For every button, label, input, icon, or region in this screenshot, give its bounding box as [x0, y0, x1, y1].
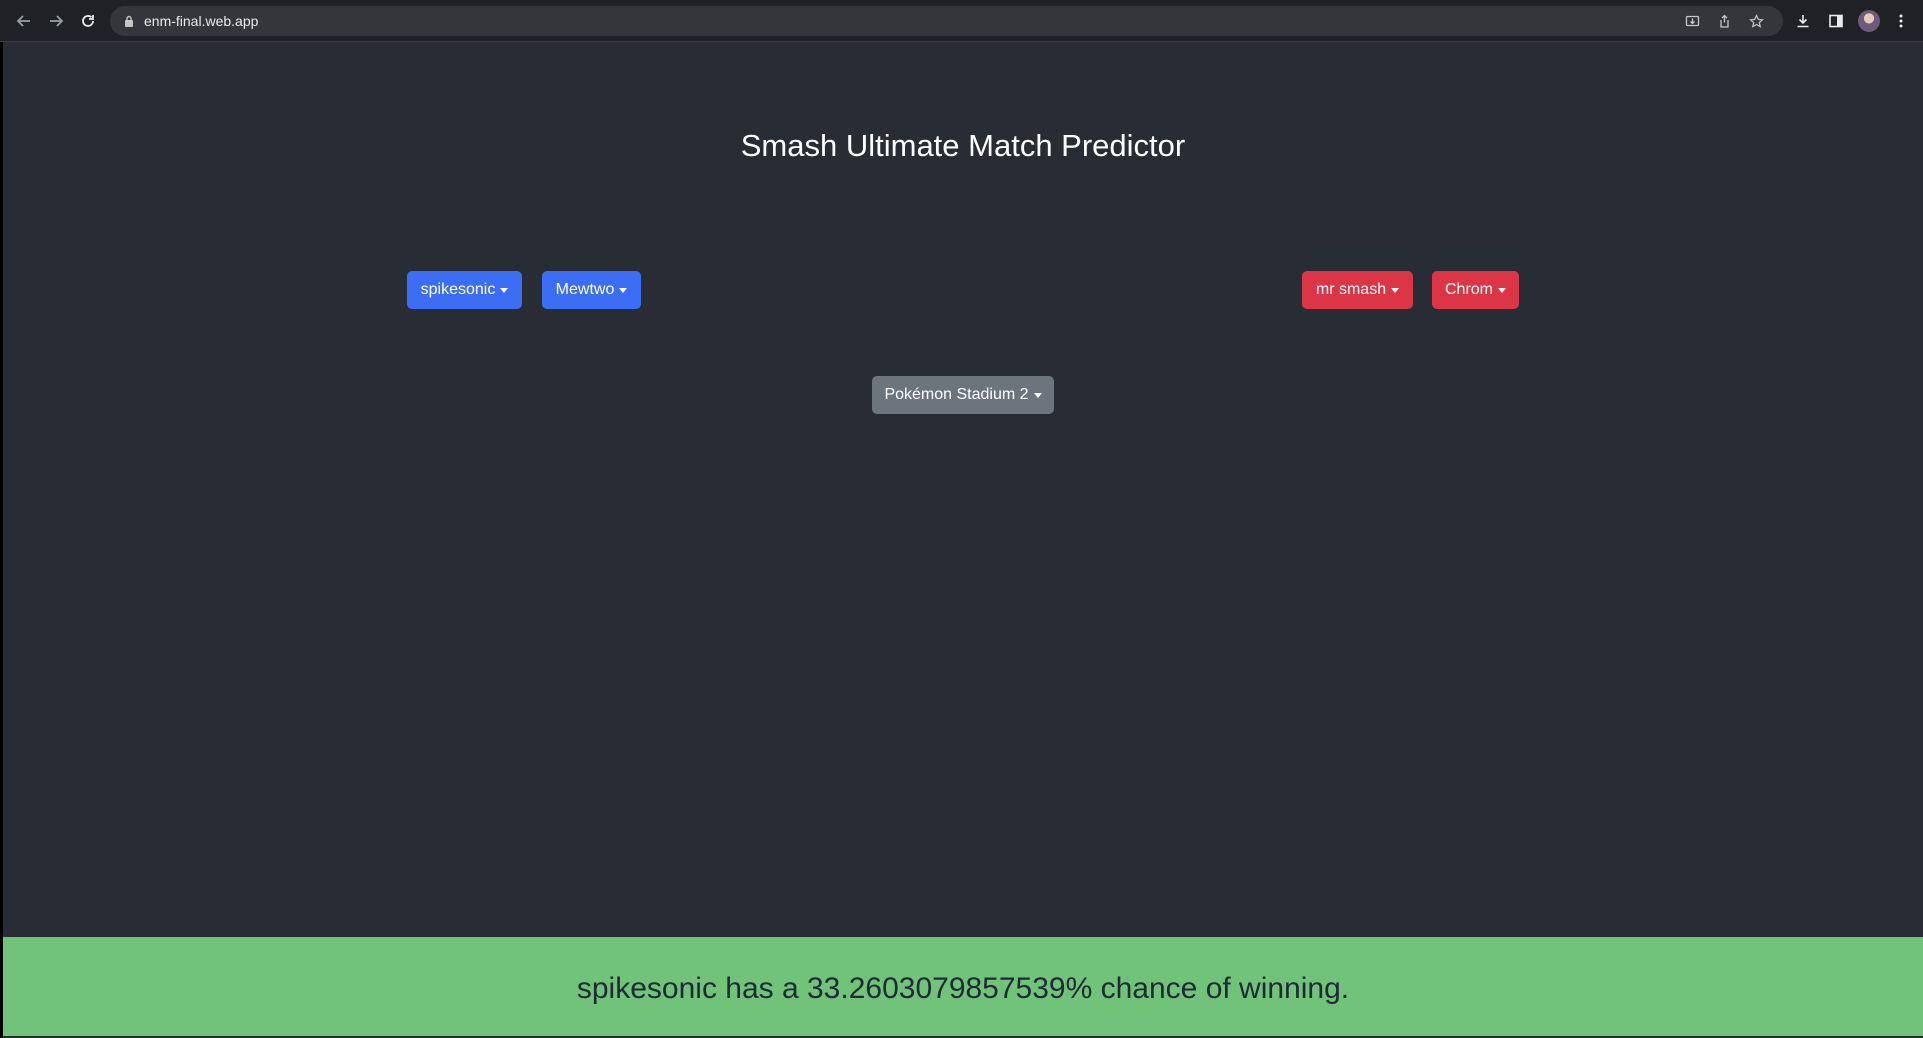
- browser-toolbar: enm-final.web.app: [0, 0, 1923, 42]
- player1-name-dropdown[interactable]: spikesonic: [407, 271, 522, 309]
- share-icon[interactable]: [1714, 11, 1734, 31]
- install-app-icon[interactable]: [1682, 11, 1702, 31]
- player2-character-label: Chrom: [1444, 281, 1493, 298]
- more-menu-icon[interactable]: [1890, 10, 1912, 32]
- profile-avatar[interactable]: [1858, 10, 1880, 32]
- address-bar[interactable]: enm-final.web.app: [110, 6, 1783, 36]
- download-icon[interactable]: [1792, 10, 1814, 32]
- bookmark-star-icon[interactable]: [1746, 11, 1766, 31]
- side-panel-icon[interactable]: [1825, 10, 1847, 32]
- stage-dropdown[interactable]: Pokémon Stadium 2: [872, 376, 1054, 414]
- reload-icon[interactable]: [75, 8, 101, 34]
- stage-label: Pokémon Stadium 2: [884, 386, 1029, 403]
- result-text: spikesonic has a 33.2603079857539% chanc…: [576, 972, 1350, 1005]
- player2-name-label: mr smash: [1315, 281, 1387, 298]
- page-title: Smash Ultimate Match Predictor: [740, 128, 1186, 163]
- page-content: Smash Ultimate Match Predictor spikesoni…: [3, 42, 1923, 1038]
- caret-down-icon: [1391, 287, 1400, 293]
- player1-character-dropdown[interactable]: Mewtwo: [542, 271, 641, 309]
- caret-down-icon: [500, 287, 509, 293]
- caret-down-icon: [619, 287, 628, 293]
- player1-name-label: spikesonic: [420, 281, 496, 298]
- url-text: enm-final.web.app: [144, 13, 259, 29]
- player2-name-dropdown[interactable]: mr smash: [1302, 271, 1413, 309]
- caret-down-icon: [1498, 287, 1506, 293]
- back-arrow-icon[interactable]: [11, 8, 37, 34]
- forward-arrow-icon[interactable]: [43, 8, 69, 34]
- player2-character-dropdown[interactable]: Chrom: [1432, 271, 1519, 309]
- lock-icon: [125, 15, 133, 27]
- player1-character-label: Mewtwo: [555, 281, 615, 298]
- result-banner: spikesonic has a 33.2603079857539% chanc…: [3, 937, 1923, 1036]
- caret-down-icon: [1033, 392, 1042, 398]
